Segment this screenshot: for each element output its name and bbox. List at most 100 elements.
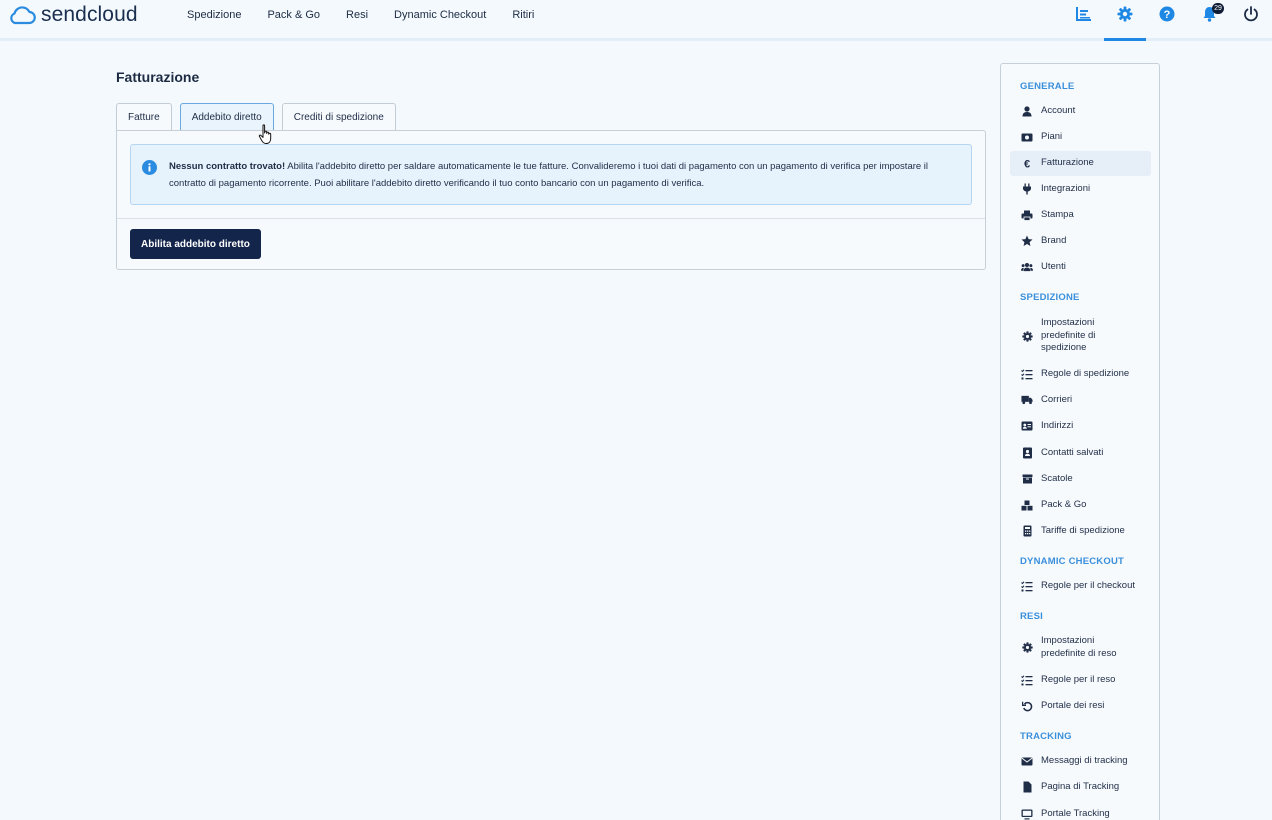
notifications-badge: 29 [1212, 3, 1224, 14]
info-icon [142, 160, 157, 175]
envelope-icon [1021, 755, 1033, 767]
divider [117, 218, 985, 219]
sidebar-item-label: Stampa [1041, 208, 1074, 220]
info-alert: Nessun contratto trovato! Abilita l'adde… [130, 144, 972, 205]
sidebar-item-label: Portale dei resi [1041, 699, 1105, 711]
sidebar-item-pack-go[interactable]: Pack & Go [1010, 498, 1151, 512]
tab-crediti-di-spedizione[interactable]: Crediti di spedizione [281, 103, 396, 131]
sidebar-item-impostazioni-spedizione[interactable]: Impostazioni predefinite di spedizione [1010, 316, 1151, 356]
checklist-icon [1021, 580, 1033, 592]
nav-dynamic-checkout[interactable]: Dynamic Checkout [381, 9, 499, 21]
sidebar-item-label: Regole di spedizione [1041, 367, 1130, 379]
sidebar-item-label: Fatturazione [1041, 157, 1094, 169]
nav-spedizione[interactable]: Spedizione [174, 9, 254, 21]
sidebar-item-messaggi-tracking[interactable]: Messaggi di tracking [1010, 754, 1151, 768]
sidebar-item-label: Integrazioni [1041, 182, 1091, 194]
nav-resi[interactable]: Resi [333, 9, 381, 21]
help-icon: ? [1159, 6, 1175, 22]
user-icon [1021, 105, 1033, 117]
enable-direct-debit-button[interactable]: Abilita addebito diretto [130, 229, 261, 259]
sidebar-item-label: Account [1041, 104, 1076, 116]
sidebar-item-brand[interactable]: Brand [1010, 234, 1151, 248]
header-actions: ? 29 [1062, 0, 1272, 41]
address-card-icon [1021, 420, 1033, 432]
sidebar-item-label: Messaggi di tracking [1041, 754, 1128, 766]
settings-sidebar: GENERALE Account Piani € Fatturazione In… [1000, 63, 1160, 820]
hand-cursor-icon [258, 124, 272, 144]
sidebar-item-tariffe[interactable]: Tariffe di spedizione [1010, 524, 1151, 538]
sidebar-item-integrazioni[interactable]: Integrazioni [1010, 182, 1151, 196]
sidebar-item-regole-checkout[interactable]: Regole per il checkout [1010, 579, 1151, 593]
nav-pack-go[interactable]: Pack & Go [254, 9, 333, 21]
money-icon [1021, 131, 1033, 143]
nav-ritiri[interactable]: Ritiri [499, 9, 547, 21]
sidebar-item-portale-tracking[interactable]: Portale Tracking [1010, 807, 1151, 820]
plug-icon [1021, 183, 1033, 195]
tab-fatture[interactable]: Fatture [116, 103, 172, 131]
sidebar-item-account[interactable]: Account [1010, 104, 1151, 118]
analytics-button[interactable] [1062, 0, 1104, 38]
alert-message: Nessun contratto trovato! Abilita l'adde… [169, 159, 959, 192]
euro-icon: € [1021, 158, 1033, 170]
analytics-icon [1075, 7, 1091, 21]
sidebar-item-corrieri[interactable]: Corrieri [1010, 393, 1151, 407]
contact-book-icon [1021, 447, 1033, 459]
sidebar-item-label: Regole per il checkout [1041, 579, 1135, 591]
boxes-icon [1021, 499, 1033, 511]
sidebar-item-stampa[interactable]: Stampa [1010, 208, 1151, 222]
users-icon [1021, 261, 1033, 273]
sidebar-item-scatole[interactable]: Scatole [1010, 472, 1151, 486]
sidebar-item-regole-spedizione[interactable]: Regole di spedizione [1010, 367, 1151, 381]
direct-debit-panel: Nessun contratto trovato! Abilita l'adde… [116, 130, 986, 270]
notifications-button[interactable]: 29 [1188, 0, 1230, 38]
cloud-icon [10, 6, 36, 25]
main-nav: Spedizione Pack & Go Resi Dynamic Checko… [174, 0, 547, 30]
sidebar-item-label: Brand [1041, 234, 1067, 246]
sendcloud-logo[interactable]: sendcloud [7, 3, 138, 27]
page-title: Fatturazione [116, 69, 200, 85]
sidebar-item-label: Pagina di Tracking [1041, 780, 1120, 792]
monitor-icon [1021, 808, 1033, 820]
sidebar-item-contatti-salvati[interactable]: Contatti salvati [1010, 446, 1151, 460]
sidebar-item-fatturazione[interactable]: € Fatturazione [1010, 151, 1151, 176]
calculator-icon [1021, 525, 1033, 537]
box-icon [1021, 473, 1033, 485]
sidebar-item-label: Utenti [1041, 260, 1066, 272]
top-navigation-bar: sendcloud Spedizione Pack & Go Resi Dyna… [0, 0, 1272, 41]
checklist-icon [1021, 674, 1033, 686]
sidebar-item-label: Corrieri [1041, 393, 1073, 405]
sidebar-item-label: Portale Tracking [1041, 807, 1110, 819]
svg-text:€: € [1024, 159, 1030, 170]
sidebar-item-label: Regole per il reso [1041, 673, 1116, 685]
sidebar-item-label: Impostazioni predefinite di reso [1041, 635, 1117, 659]
section-dynamic-checkout: DYNAMIC CHECKOUT [1020, 556, 1125, 567]
sidebar-item-label: Contatti salvati [1041, 446, 1104, 458]
settings-button[interactable] [1104, 0, 1146, 41]
sidebar-item-regole-reso[interactable]: Regole per il reso [1010, 673, 1151, 687]
gear-icon [1021, 642, 1033, 654]
file-icon [1021, 781, 1033, 793]
logo-text: sendcloud [41, 3, 138, 26]
logout-button[interactable] [1230, 0, 1272, 38]
sidebar-item-label: Tariffe di spedizione [1041, 524, 1125, 536]
svg-text:?: ? [1164, 9, 1171, 21]
sidebar-item-pagina-tracking[interactable]: Pagina di Tracking [1010, 780, 1151, 794]
sidebar-item-label: Indirizzi [1041, 419, 1074, 431]
gear-icon [1021, 330, 1033, 342]
checklist-icon [1021, 368, 1033, 380]
section-resi: RESI [1020, 611, 1043, 622]
sidebar-item-impostazioni-reso[interactable]: Impostazioni predefinite di reso [1010, 634, 1151, 661]
sidebar-item-label: Piani [1041, 130, 1063, 142]
sidebar-item-portale-resi[interactable]: Portale dei resi [1010, 699, 1151, 713]
alert-title: Nessun contratto trovato! [169, 161, 286, 172]
help-button[interactable]: ? [1146, 0, 1188, 38]
section-generale: GENERALE [1020, 81, 1075, 92]
sidebar-item-piani[interactable]: Piani [1010, 130, 1151, 144]
sidebar-item-indirizzi[interactable]: Indirizzi [1010, 419, 1151, 433]
section-tracking: TRACKING [1020, 731, 1072, 742]
sidebar-item-utenti[interactable]: Utenti [1010, 260, 1151, 274]
sidebar-item-label: Pack & Go [1041, 498, 1087, 510]
star-icon [1021, 235, 1033, 247]
settings-icon [1117, 6, 1133, 22]
undo-icon [1021, 700, 1033, 712]
